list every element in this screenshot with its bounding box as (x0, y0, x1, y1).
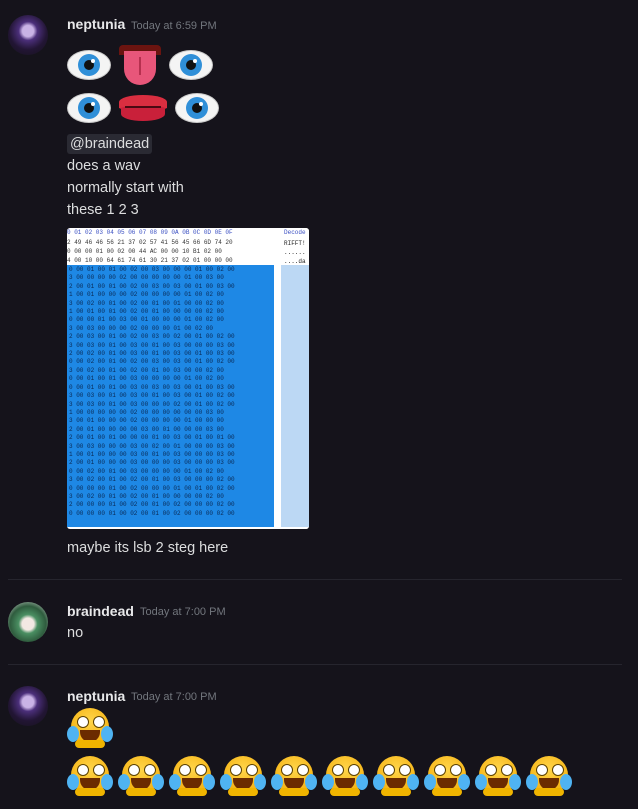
message-line: these 1 2 3 (67, 202, 139, 218)
eyes-emoji (175, 93, 219, 123)
rofl-emoji (67, 708, 113, 750)
emoji-row (67, 93, 227, 123)
message-divider (8, 579, 622, 580)
eyes-emoji (67, 50, 111, 80)
message-line: maybe its lsb 2 steg here (67, 540, 229, 556)
emoji-row (67, 45, 221, 85)
hex-header: 0 01 02 03 04 05 06 07 08 09 0A 0B 0C 0D… (67, 229, 233, 236)
rofl-emoji (526, 756, 572, 798)
emoji-row (67, 756, 577, 798)
message-line: does a wav (67, 158, 141, 174)
avatar[interactable] (8, 602, 48, 642)
decode-selection (281, 265, 309, 527)
eyes-emoji (169, 50, 213, 80)
decode-row: ...... (284, 249, 306, 256)
rofl-emoji (424, 756, 470, 798)
decode-label: Decode (284, 229, 306, 236)
avatar[interactable] (8, 686, 48, 726)
message-line: normally start with (67, 180, 184, 196)
message-text: @braindead does a wav normally start wit… (67, 133, 184, 221)
username[interactable]: neptunia (67, 688, 125, 704)
tongue-emoji (119, 45, 161, 85)
username[interactable]: neptunia (67, 16, 125, 32)
user-mention[interactable]: @braindead (67, 134, 153, 154)
hex-gutter (274, 228, 280, 529)
lips-emoji (119, 93, 167, 123)
rofl-emoji (322, 756, 368, 798)
rofl-emoji (271, 756, 317, 798)
rofl-emoji (67, 756, 113, 798)
hex-selected-bytes: 0 00 01 00 01 00 02 00 03 00 00 00 01 00… (69, 266, 235, 517)
decode-column: Decode RIFFT! ...... ....da (281, 228, 309, 529)
message-line: no (67, 625, 84, 641)
rofl-emoji (373, 756, 419, 798)
rofl-emoji (220, 756, 266, 798)
rofl-emoji (475, 756, 521, 798)
emoji-row (67, 708, 118, 750)
rofl-emoji (169, 756, 215, 798)
rofl-emoji (118, 756, 164, 798)
decode-row: RIFFT! (284, 240, 306, 247)
eyes-emoji (67, 93, 111, 123)
avatar[interactable] (8, 15, 48, 55)
message-divider (8, 664, 622, 665)
timestamp: Today at 7:00 PM (140, 606, 226, 618)
hex-editor-image[interactable]: 0 01 02 03 04 05 06 07 08 09 0A 0B 0C 0D… (67, 228, 309, 529)
timestamp: Today at 6:59 PM (131, 20, 217, 32)
username[interactable]: braindead (67, 603, 134, 619)
timestamp: Today at 7:00 PM (131, 691, 217, 703)
